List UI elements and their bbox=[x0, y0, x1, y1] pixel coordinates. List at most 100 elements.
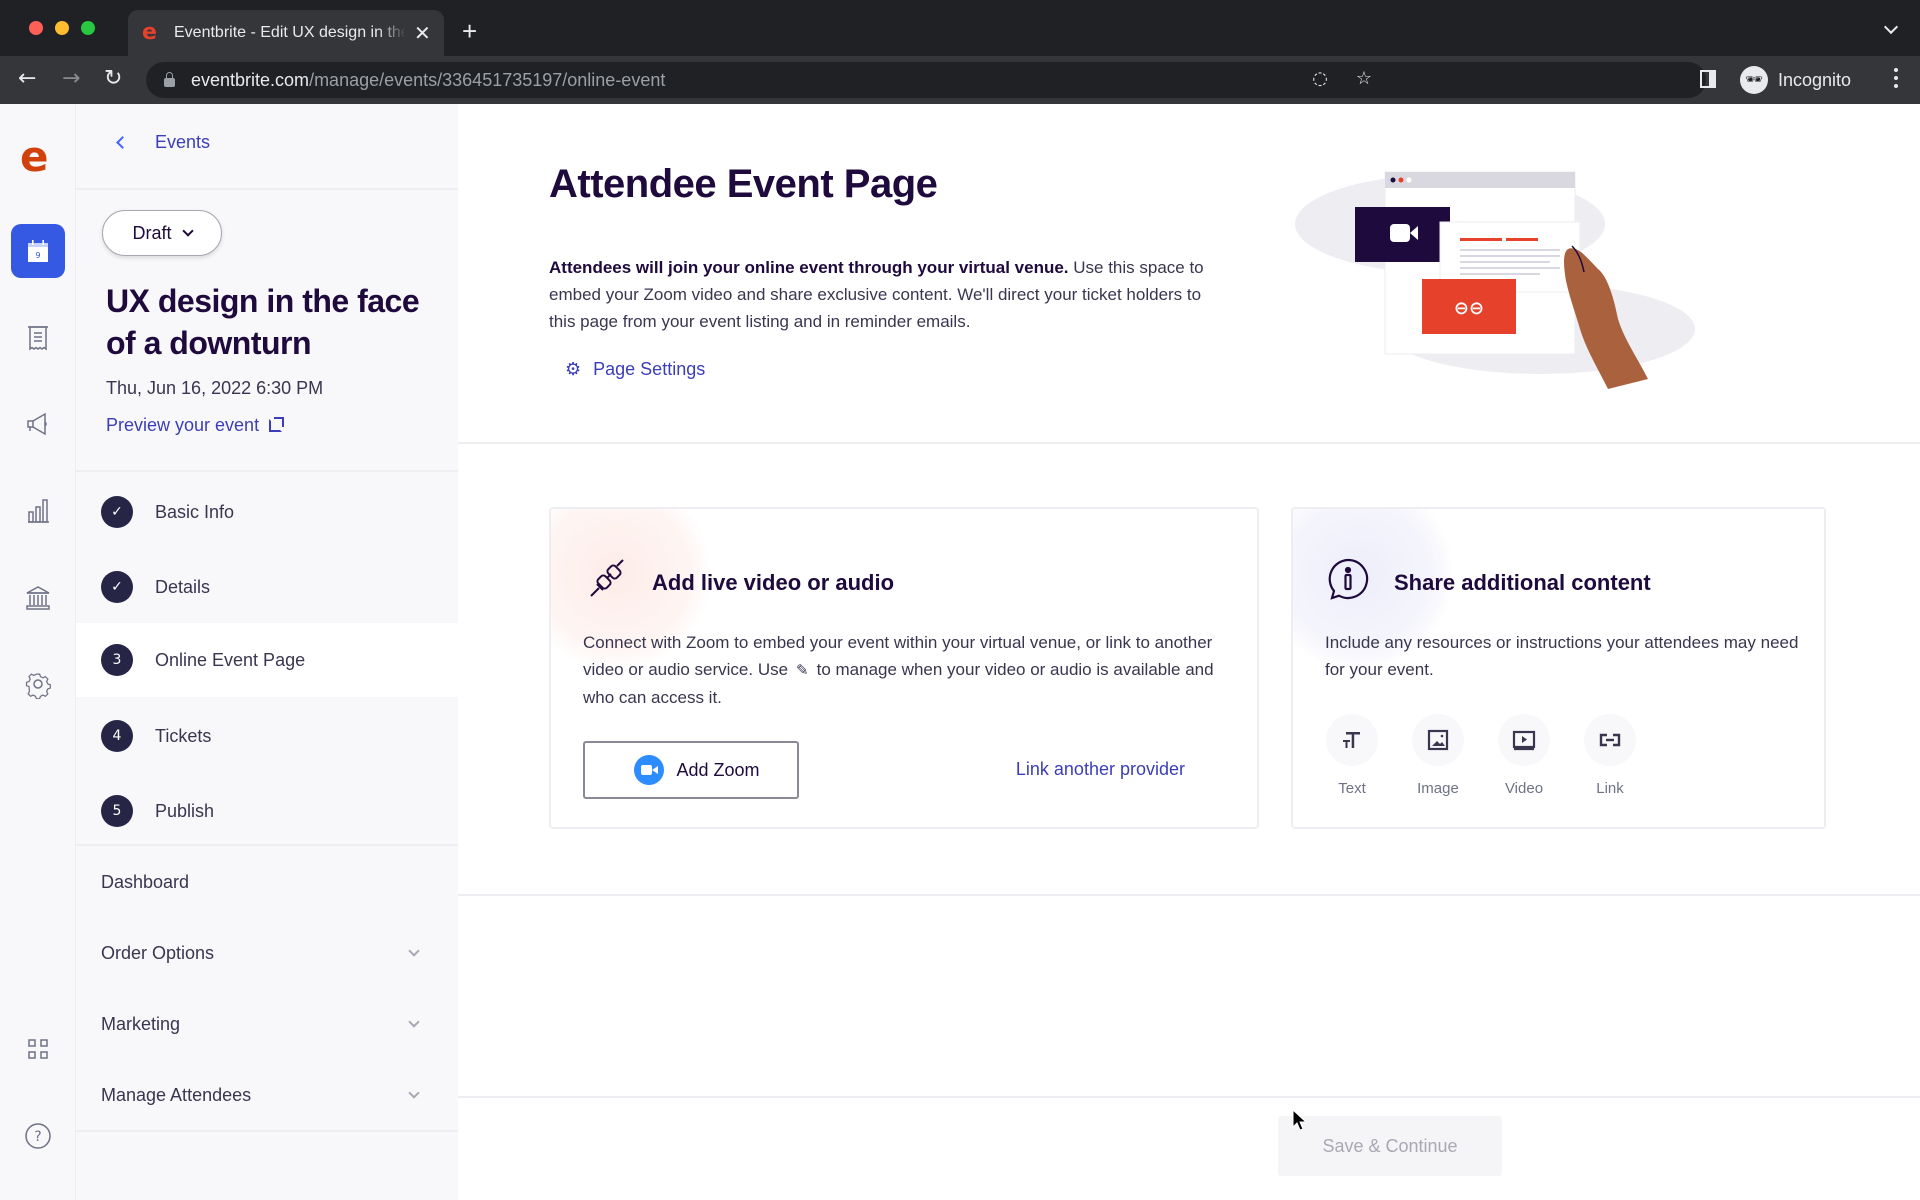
nav-order-options[interactable]: Order Options bbox=[76, 918, 458, 988]
page-settings-link[interactable]: ⚙ Page Settings bbox=[553, 359, 705, 380]
nav-marketing[interactable]: Marketing bbox=[76, 989, 458, 1059]
app-root: e 9 ? Events Draft UX design in the face… bbox=[0, 104, 1920, 1200]
option-label: Image bbox=[1417, 780, 1459, 797]
add-link-button[interactable]: Link bbox=[1583, 714, 1637, 797]
link-icon bbox=[1599, 733, 1621, 747]
incognito-label: Incognito bbox=[1778, 69, 1852, 90]
event-status-dropdown[interactable]: Draft bbox=[102, 210, 222, 256]
side-panel-icon[interactable] bbox=[1700, 70, 1716, 88]
image-icon bbox=[1427, 729, 1449, 751]
reload-icon[interactable]: ↻ bbox=[104, 66, 122, 91]
add-video-button[interactable]: Video bbox=[1497, 714, 1551, 797]
eventbrite-favicon-icon: e bbox=[142, 20, 157, 45]
rail-item-settings[interactable] bbox=[11, 657, 65, 711]
rail-item-events[interactable]: 9 bbox=[11, 224, 65, 278]
incognito-profile[interactable]: 🕶 Incognito bbox=[1736, 62, 1868, 98]
url-text[interactable]: eventbrite.com/manage/events/33645173519… bbox=[191, 70, 665, 91]
info-bubble-icon bbox=[1328, 558, 1369, 600]
section-divider bbox=[458, 894, 1920, 896]
step-details[interactable]: ✓ Details bbox=[76, 550, 458, 624]
url-path: /manage/events/336451735197/online-event bbox=[309, 69, 666, 90]
step-publish[interactable]: 5 Publish bbox=[76, 774, 458, 848]
window-close-button[interactable] bbox=[29, 21, 43, 35]
chevron-left-icon bbox=[116, 136, 129, 149]
megaphone-icon bbox=[27, 412, 47, 436]
add-video-card: Add live video or audio Connect with Zoo… bbox=[549, 507, 1259, 829]
chevron-down-icon bbox=[408, 1016, 420, 1028]
mouse-cursor-icon bbox=[1292, 1109, 1308, 1131]
add-image-button[interactable]: Image bbox=[1411, 714, 1465, 797]
add-zoom-label: Add Zoom bbox=[676, 759, 760, 780]
address-bar[interactable]: eventbrite.com/manage/events/33645173519… bbox=[146, 62, 1706, 98]
browser-toolbar: ← → ↻ eventbrite.com/manage/events/33645… bbox=[0, 56, 1920, 104]
rail-item-orders[interactable] bbox=[11, 311, 65, 365]
browser-tab-active[interactable]: e Eventbrite - Edit UX design in the fac… bbox=[128, 10, 444, 56]
step-label: Basic Info bbox=[155, 501, 235, 522]
event-nav-panel: Events Draft UX design in the face of a … bbox=[76, 104, 458, 1200]
svg-text:?: ? bbox=[34, 1129, 41, 1145]
add-zoom-button[interactable]: Add Zoom bbox=[583, 741, 799, 799]
step-check-icon: ✓ bbox=[101, 496, 133, 528]
rail-item-reports[interactable] bbox=[11, 484, 65, 538]
eye-off-icon[interactable]: ◌ bbox=[1312, 68, 1328, 89]
save-continue-button[interactable]: Save & Continue bbox=[1278, 1116, 1502, 1176]
gear-icon: ⚙ bbox=[565, 359, 582, 380]
event-date: Thu, Jun 16, 2022 6:30 PM bbox=[106, 378, 324, 398]
rail-item-apps[interactable] bbox=[11, 1022, 65, 1076]
virtual-venue-illustration: ⊖⊖ bbox=[1295, 171, 1695, 389]
tab-title: Eventbrite - Edit UX design in the face … bbox=[174, 24, 406, 41]
bank-icon bbox=[26, 586, 50, 610]
rail-item-marketing[interactable] bbox=[11, 397, 65, 451]
icon-rail: e 9 ? bbox=[0, 104, 76, 1200]
incognito-icon: 🕶 bbox=[1740, 66, 1768, 94]
receipt-icon bbox=[28, 326, 48, 351]
rail-item-help[interactable]: ? bbox=[11, 1109, 65, 1163]
option-label: Link bbox=[1596, 780, 1624, 797]
step-number-badge: 4 bbox=[101, 720, 133, 752]
back-arrow-icon[interactable]: ← bbox=[18, 66, 36, 91]
browser-menu-icon[interactable] bbox=[1894, 68, 1898, 72]
bookmark-star-icon[interactable]: ☆ bbox=[1356, 68, 1372, 89]
preview-event-link[interactable]: Preview your event bbox=[106, 415, 285, 436]
window-minimize-button[interactable] bbox=[55, 21, 69, 35]
option-label: Video bbox=[1504, 780, 1544, 797]
bar-chart-icon bbox=[28, 499, 49, 523]
close-tab-icon[interactable]: ✕ bbox=[414, 21, 431, 46]
option-label: Text bbox=[1338, 780, 1366, 797]
preview-label: Preview your event bbox=[106, 415, 260, 435]
page-title: Attendee Event Page bbox=[549, 162, 938, 206]
step-tickets[interactable]: 4 Tickets bbox=[76, 699, 458, 773]
step-online-event-page[interactable]: 3 Online Event Page bbox=[76, 623, 458, 697]
divider bbox=[76, 188, 458, 190]
chevron-down-icon bbox=[181, 224, 194, 237]
nav-dashboard[interactable]: Dashboard bbox=[76, 847, 458, 917]
step-number-badge: 3 bbox=[101, 644, 133, 676]
forward-arrow-icon[interactable]: → bbox=[62, 66, 80, 91]
eventbrite-logo[interactable]: e bbox=[20, 136, 54, 178]
calendar-day: 9 bbox=[35, 251, 40, 260]
nav-label: Manage Attendees bbox=[101, 1084, 252, 1105]
card-title: Share additional content bbox=[1394, 570, 1651, 595]
step-check-icon: ✓ bbox=[101, 571, 133, 603]
main-content: Attendee Event Page Attendees will join … bbox=[458, 104, 1920, 1200]
pencil-icon: ✎ bbox=[796, 661, 809, 679]
page-settings-label: Page Settings bbox=[593, 359, 706, 379]
text-icon bbox=[1343, 732, 1360, 748]
help-icon: ? bbox=[25, 1123, 51, 1149]
new-tab-button[interactable]: + bbox=[462, 16, 477, 47]
step-label: Publish bbox=[155, 800, 215, 821]
window-maximize-button[interactable] bbox=[81, 21, 95, 35]
add-text-button[interactable]: Text bbox=[1325, 714, 1379, 797]
card-description: Connect with Zoom to embed your event wi… bbox=[583, 629, 1223, 711]
url-domain: eventbrite.com bbox=[191, 69, 310, 90]
video-icon bbox=[1512, 730, 1536, 751]
step-basic-info[interactable]: ✓ Basic Info bbox=[76, 475, 458, 549]
back-to-events-link[interactable]: Events bbox=[112, 132, 210, 153]
nav-manage-attendees[interactable]: Manage Attendees bbox=[76, 1060, 458, 1130]
rail-item-finance[interactable] bbox=[11, 571, 65, 625]
illustration-window-bar bbox=[1385, 172, 1575, 188]
tab-search-chevron-icon[interactable] bbox=[1883, 19, 1899, 35]
link-another-provider-link[interactable]: Link another provider bbox=[1016, 759, 1185, 780]
external-link-icon bbox=[269, 417, 285, 432]
step-label: Tickets bbox=[155, 725, 212, 746]
